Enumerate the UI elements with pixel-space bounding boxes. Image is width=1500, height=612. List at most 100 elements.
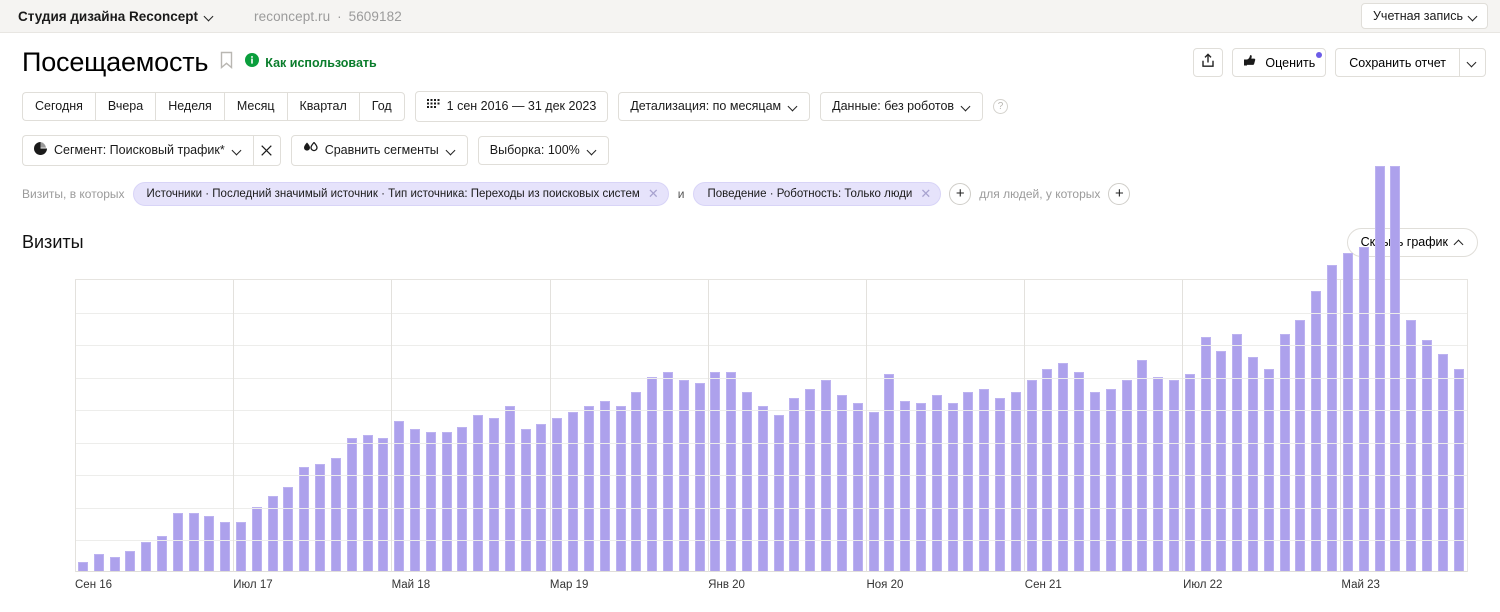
- bar-slot[interactable]: [344, 280, 360, 571]
- chart-bar[interactable]: [1311, 291, 1321, 571]
- chart-bar[interactable]: [536, 424, 546, 571]
- period-button-year[interactable]: Год: [359, 92, 405, 121]
- bar-slot[interactable]: [1055, 280, 1071, 571]
- bar-slot[interactable]: [233, 280, 249, 571]
- chart-bar[interactable]: [363, 435, 373, 571]
- bar-slot[interactable]: [91, 280, 107, 571]
- bar-slot[interactable]: [202, 280, 218, 571]
- bar-slot[interactable]: [1008, 280, 1024, 571]
- period-button-quarter[interactable]: Квартал: [287, 92, 359, 121]
- chart-bar[interactable]: [457, 427, 467, 572]
- bar-slot[interactable]: [755, 280, 771, 571]
- bar-slot[interactable]: [1451, 280, 1467, 571]
- period-button-week[interactable]: Неделя: [155, 92, 224, 121]
- chart-bar[interactable]: [600, 401, 610, 572]
- bar-slot[interactable]: [154, 280, 170, 571]
- chart-bar[interactable]: [204, 516, 214, 571]
- chart-bar[interactable]: [584, 406, 594, 571]
- bar-slot[interactable]: [375, 280, 391, 571]
- bar-slot[interactable]: [1040, 280, 1056, 571]
- chart-bar[interactable]: [220, 522, 230, 571]
- chart-bar[interactable]: [236, 522, 246, 571]
- filter-chip-sources[interactable]: Источники · Последний значимый источник …: [133, 182, 669, 206]
- bar-slot[interactable]: [771, 280, 787, 571]
- bar-slot[interactable]: [1340, 280, 1356, 571]
- chart-bar[interactable]: [78, 562, 88, 571]
- bar-slot[interactable]: [723, 280, 739, 571]
- chart-bar[interactable]: [963, 392, 973, 571]
- filter-chip-robotness[interactable]: Поведение · Роботность: Только люди ✕: [693, 182, 941, 206]
- bar-slot[interactable]: [534, 280, 550, 571]
- bar-slot[interactable]: [613, 280, 629, 571]
- bar-slot[interactable]: [1119, 280, 1135, 571]
- bar-slot[interactable]: [1277, 280, 1293, 571]
- bar-slot[interactable]: [138, 280, 154, 571]
- bar-slot[interactable]: [1261, 280, 1277, 571]
- chart-bar[interactable]: [347, 438, 357, 571]
- bar-slot[interactable]: [1245, 280, 1261, 571]
- segment-dropdown[interactable]: Сегмент: Поисковый трафик*: [22, 135, 253, 166]
- chart-bar[interactable]: [900, 401, 910, 572]
- remove-filter-icon[interactable]: ✕: [648, 187, 659, 200]
- chart-canvas[interactable]: [75, 279, 1468, 572]
- chart-bar[interactable]: [94, 554, 104, 571]
- bar-slot[interactable]: [945, 280, 961, 571]
- chart-bar[interactable]: [1248, 357, 1258, 571]
- chart-bar[interactable]: [299, 467, 309, 571]
- chart-bar[interactable]: [789, 398, 799, 571]
- bar-slot[interactable]: [502, 280, 518, 571]
- bar-slot[interactable]: [1087, 280, 1103, 571]
- chart-bar[interactable]: [1232, 334, 1242, 571]
- bar-slot[interactable]: [628, 280, 644, 571]
- chart-bar[interactable]: [521, 429, 531, 571]
- chart-bar[interactable]: [1295, 320, 1305, 571]
- chart-bar[interactable]: [1074, 372, 1084, 571]
- bar-slot[interactable]: [1198, 280, 1214, 571]
- chart-bar[interactable]: [110, 557, 120, 571]
- bar-slot[interactable]: [676, 280, 692, 571]
- chart-bar[interactable]: [283, 487, 293, 571]
- bar-slot[interactable]: [1419, 280, 1435, 571]
- data-source-dropdown[interactable]: Данные: без роботов: [820, 92, 983, 121]
- chart-bar[interactable]: [552, 418, 562, 571]
- chart-bar[interactable]: [141, 542, 151, 571]
- bar-slot[interactable]: [107, 280, 123, 571]
- add-people-filter-button[interactable]: +: [1108, 183, 1130, 205]
- chart-bar[interactable]: [631, 392, 641, 571]
- chart-bar[interactable]: [663, 372, 673, 571]
- bar-slot[interactable]: [1024, 280, 1040, 571]
- bar-slot[interactable]: [249, 280, 265, 571]
- chart-bar[interactable]: [1438, 354, 1448, 571]
- chart-bar[interactable]: [189, 513, 199, 571]
- bar-slot[interactable]: [455, 280, 471, 571]
- chart-bar[interactable]: [726, 372, 736, 571]
- bar-slot[interactable]: [961, 280, 977, 571]
- bar-slot[interactable]: [328, 280, 344, 571]
- bar-slot[interactable]: [470, 280, 486, 571]
- bar-slot[interactable]: [1356, 280, 1372, 571]
- bar-slot[interactable]: [518, 280, 534, 571]
- bar-slot[interactable]: [1103, 280, 1119, 571]
- bar-slot[interactable]: [739, 280, 755, 571]
- share-button[interactable]: [1193, 48, 1223, 77]
- bar-slot[interactable]: [581, 280, 597, 571]
- save-report-button[interactable]: Сохранить отчет: [1335, 48, 1459, 77]
- chart-bar[interactable]: [442, 432, 452, 571]
- bar-slot[interactable]: [818, 280, 834, 571]
- chart-bar[interactable]: [853, 403, 863, 571]
- chart-bar[interactable]: [473, 415, 483, 571]
- bar-slot[interactable]: [976, 280, 992, 571]
- bar-slot[interactable]: [881, 280, 897, 571]
- chart-bar[interactable]: [1185, 374, 1195, 571]
- chart-bar[interactable]: [979, 389, 989, 571]
- chart-bar[interactable]: [1216, 351, 1226, 571]
- bar-slot[interactable]: [1134, 280, 1150, 571]
- chart-bar[interactable]: [758, 406, 768, 571]
- bar-slot[interactable]: [692, 280, 708, 571]
- chart-bar[interactable]: [837, 395, 847, 571]
- bar-slot[interactable]: [660, 280, 676, 571]
- bar-slot[interactable]: [1071, 280, 1087, 571]
- period-button-month[interactable]: Месяц: [224, 92, 287, 121]
- chart-bar[interactable]: [1422, 340, 1432, 571]
- bar-slot[interactable]: [486, 280, 502, 571]
